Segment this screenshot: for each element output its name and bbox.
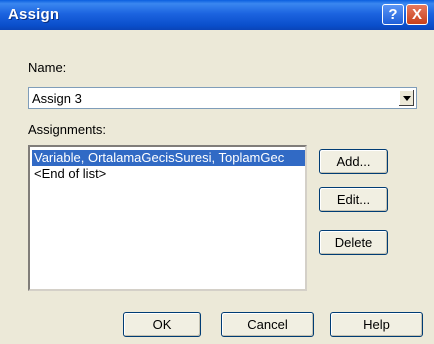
list-item[interactable]: Variable, OrtalamaGecisSuresi, ToplamGec: [32, 150, 305, 166]
edit-button[interactable]: Edit...: [319, 187, 388, 212]
name-combobox[interactable]: Assign 3: [28, 87, 417, 109]
dialog-title: Assign: [8, 6, 60, 23]
title-bar[interactable]: Assign ? X: [0, 0, 434, 30]
cancel-button[interactable]: Cancel: [221, 312, 314, 337]
delete-button[interactable]: Delete: [319, 230, 388, 255]
ok-button[interactable]: OK: [123, 312, 201, 337]
list-item-end-of-list[interactable]: <End of list>: [32, 166, 108, 182]
close-icon[interactable]: X: [406, 4, 428, 25]
assignments-listbox[interactable]: Variable, OrtalamaGecisSuresi, ToplamGec…: [28, 145, 307, 291]
assign-dialog: Assign ? X Name: Assign 3 Assignments: V…: [0, 0, 434, 344]
assignments-label: Assignments:: [28, 122, 107, 137]
add-button[interactable]: Add...: [319, 149, 388, 174]
name-label: Name:: [28, 60, 67, 75]
help-icon[interactable]: ?: [382, 4, 404, 25]
name-combobox-value[interactable]: Assign 3: [32, 91, 82, 106]
help-button[interactable]: Help: [330, 312, 423, 337]
chevron-down-icon[interactable]: [398, 89, 415, 107]
